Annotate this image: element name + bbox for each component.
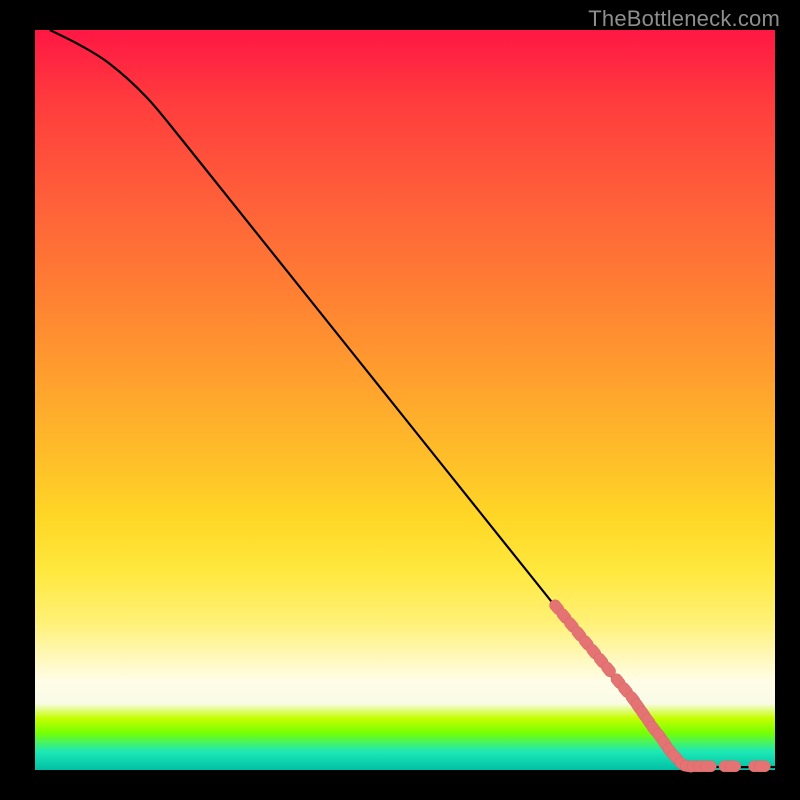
- chart-svg: [35, 30, 775, 770]
- chart-frame: TheBottleneck.com: [0, 0, 800, 800]
- bottleneck-curve: [50, 30, 775, 767]
- data-markers: [547, 598, 770, 774]
- data-marker: [700, 761, 716, 772]
- data-marker: [725, 761, 741, 772]
- plot-area: [35, 30, 775, 770]
- attribution-text: TheBottleneck.com: [588, 6, 780, 32]
- data-marker: [754, 761, 770, 772]
